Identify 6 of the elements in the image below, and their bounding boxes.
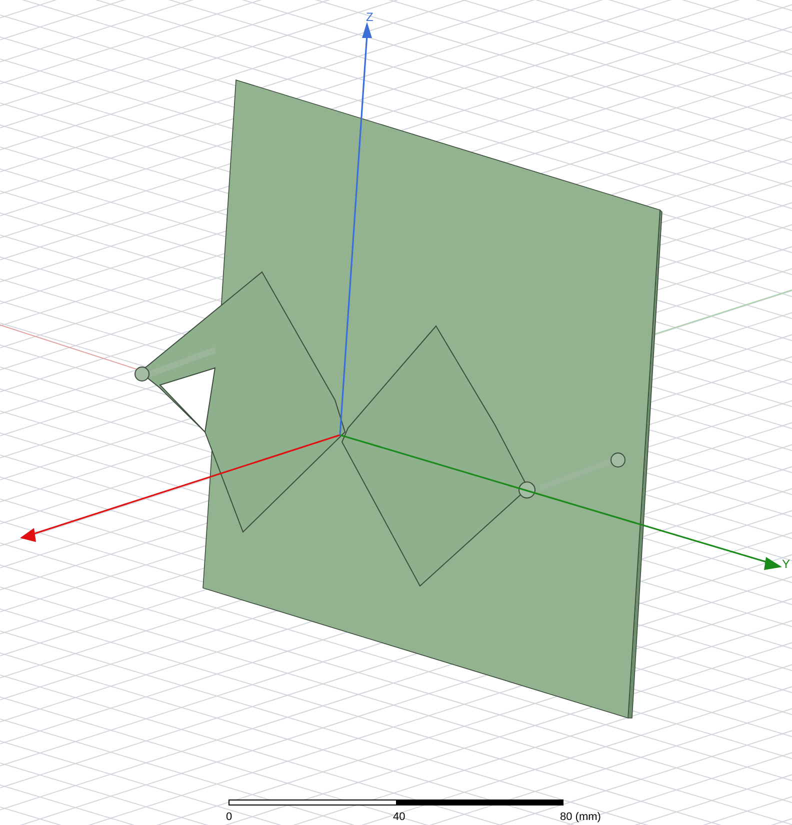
scale-label: 0 — [226, 811, 232, 823]
axis-label: Z — [366, 10, 374, 24]
axis-label: Y — [782, 557, 790, 571]
scale-label: 40 — [393, 811, 406, 823]
3d-viewport[interactable]: Z Y 0 40 80 (mm) — [0, 0, 792, 825]
scale-label: 80 (mm) — [560, 811, 601, 823]
